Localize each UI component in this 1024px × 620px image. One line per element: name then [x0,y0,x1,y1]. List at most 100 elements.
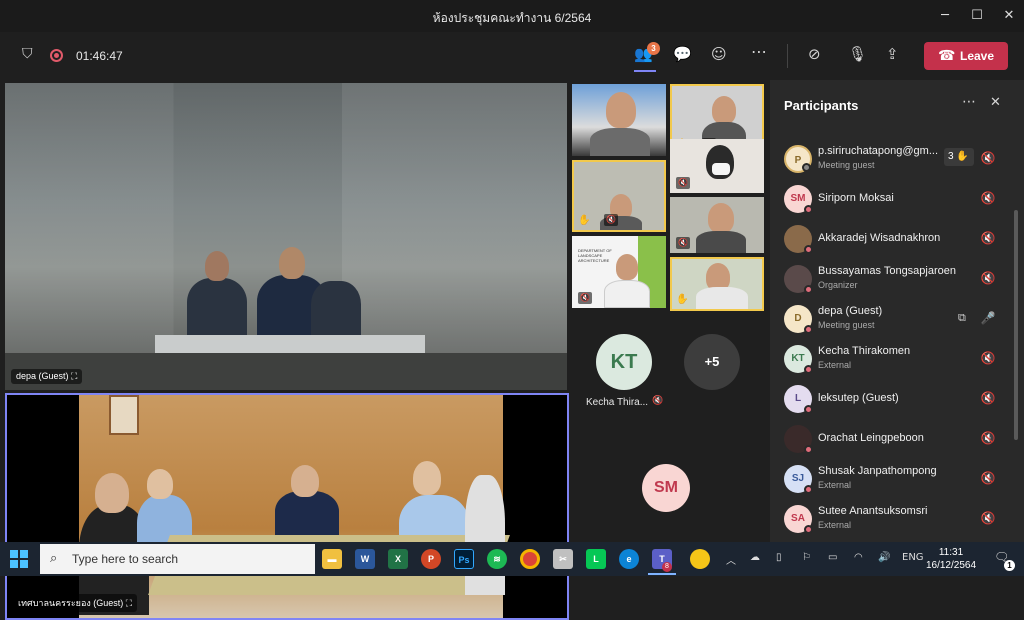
mic-off-icon: 🔇 [604,214,618,226]
windows-start-icon[interactable] [10,550,28,568]
volume-icon[interactable]: 🔊 [878,552,890,563]
edge-icon[interactable]: e [619,549,639,569]
active-tab-indicator [634,70,656,72]
participant-row[interactable]: Bussayamas Tongsapjaroen Organizer 🔇 [770,259,1010,299]
participant-name: Orachat Leingpeboon [818,432,924,444]
more-participants-tile[interactable]: +5 [684,334,740,390]
teams-badge: 8 [662,562,672,572]
title-bar: ห้องประชุมคณะทำงาน 6/2564 ─ ☐ ✕ [0,0,1024,32]
participant-tile-name: Kecha Thira... [586,397,649,408]
participant-row[interactable]: Orachat Leingpeboon 🔇 [770,419,1010,459]
close-window-icon[interactable]: ✕ [994,4,1024,28]
panel-title: Participants [784,98,859,113]
participant-role: Meeting guest [818,320,875,330]
avatar: SJ [784,465,813,494]
active-app-indicator [648,573,676,575]
network-adapter-icon[interactable]: ▭ [828,552,837,563]
mic-on-icon[interactable]: 🎤 [980,311,996,327]
avatar [784,425,813,454]
usb-icon[interactable]: ▯ [776,552,782,563]
line-icon[interactable]: L [586,549,606,569]
participant-role: Organizer [818,280,858,290]
mic-off-icon[interactable]: 🔇 [980,431,996,447]
phone-hangup-icon: ☎ [938,48,956,64]
excel-icon[interactable]: X [388,549,408,569]
participant-name: Kecha Thirakomen [818,345,911,357]
main-video[interactable]: depa (Guest) ⛶ [5,83,567,390]
chrome-icon[interactable] [520,549,540,569]
maximize-icon[interactable]: ☐ [962,4,992,28]
leave-label: Leave [960,49,995,63]
powerpoint-icon[interactable]: P [421,549,441,569]
share-screen-icon[interactable]: ⇪ [886,45,899,63]
panel-more-icon[interactable]: ⋯ [962,94,976,110]
participant-row[interactable]: SM Siriporn Moksai 🔇 [770,179,1010,219]
participant-row[interactable]: Akkaradej Wisadnakhron 🔇 [770,219,1010,259]
avatar: D [784,305,813,334]
participant-row[interactable]: P p.siriruchatapong@gm... Meeting guest … [770,139,1010,179]
shield-icon[interactable]: ⛉ [22,46,33,62]
thumbnail-caption: DEPARTMENT OF LANDSCAPE ARCHITECTURE [578,248,612,263]
taskbar-clock[interactable]: 11:31 16/12/2564 [922,546,980,572]
video-thumbnail[interactable]: ✋ [670,257,764,311]
participant-role: External [818,480,852,490]
mic-off-icon[interactable]: 🔇 [980,351,996,367]
second-video-label: เทศบาลนครระยอง (Guest) ⛶ [13,594,138,612]
participant-tile-avatar[interactable]: SM [642,464,690,512]
file-explorer-icon[interactable]: ▬ [322,549,342,569]
participant-tile-avatar[interactable]: KT [596,334,652,390]
spotify-icon[interactable]: ≋ [487,549,507,569]
video-thumbnail[interactable]: ✋ 🔇 [572,160,666,232]
search-icon: ⌕ [50,551,58,566]
security-icon[interactable]: ⚐ [802,552,811,563]
close-panel-icon[interactable]: ✕ [990,95,1001,110]
toolbar-divider [787,44,788,68]
show-hidden-icons[interactable]: ︿ [726,552,736,567]
photoshop-icon[interactable]: Ps [454,549,474,569]
mic-off-icon[interactable]: 🔇 [980,391,996,407]
participant-row[interactable]: D depa (Guest) Meeting guest ⧉ 🎤 [770,299,1010,339]
mic-off-icon[interactable]: 🔇 [980,231,996,247]
word-icon[interactable]: W [355,549,375,569]
second-video[interactable]: เทศบาลนครระยอง (Guest) ⛶ [5,393,569,620]
participant-row[interactable]: SJ Shusak Janpathompong External 🔇 [770,459,1010,499]
mic-off-icon[interactable]: 🔇 [980,511,996,527]
mic-off-icon: 🔇 [676,237,690,249]
camera-off-icon[interactable]: ⊘ [808,45,821,63]
participant-row[interactable]: L leksutep (Guest) 🔇 [770,379,1010,419]
wifi-icon[interactable]: ◠ [854,552,863,563]
more-actions-icon[interactable]: ⋯ [751,42,767,61]
avatar [784,265,813,294]
mic-off-icon[interactable]: 🔇 [980,151,996,167]
search-placeholder: Type here to search [72,552,179,566]
chat-icon[interactable]: 💬 [673,45,692,63]
video-thumbnail[interactable]: DEPARTMENT OF LANDSCAPE ARCHITECTURE 🔇 [572,236,666,308]
sticky-app-icon[interactable] [690,549,710,569]
raised-hand-icon: ✋ [676,294,689,305]
panel-scrollbar[interactable] [1014,210,1018,440]
input-language[interactable]: ENG [902,552,924,563]
participant-name: depa (Guest) [818,305,883,317]
taskbar-search-box[interactable]: ⌕ Type here to search [40,544,315,574]
mic-off-icon[interactable]: 🔇 [980,471,996,487]
mic-off-icon: 🔇 [578,292,592,304]
participant-name: p.siriruchatapong@gm... [818,145,939,157]
video-thumbnail[interactable]: 🔇 [670,197,764,253]
avatar: P [784,145,812,173]
mic-off-icon[interactable]: 🔇 [980,191,996,207]
participant-name: Siriporn Moksai [818,192,894,204]
reactions-icon[interactable]: ☺ [711,45,727,63]
minimize-icon[interactable]: ─ [930,4,960,28]
video-thumbnail[interactable] [572,84,666,156]
mic-off-icon[interactable]: 🎙 [848,45,867,63]
cloud-icon[interactable]: ☁ [750,552,760,563]
participant-name: leksutep (Guest) [818,392,899,404]
conference-room-scene [79,395,510,618]
snipping-tool-icon[interactable]: ✂ [553,549,573,569]
participant-role: Meeting guest [818,160,875,170]
leave-button[interactable]: ☎ Leave [924,42,1008,70]
participant-row[interactable]: KT Kecha Thirakomen External 🔇 [770,339,1010,379]
video-thumbnail[interactable]: 🔇 [670,139,764,193]
participant-row[interactable]: SA Sutee Anantsuksomsri External 🔇 [770,499,1010,539]
mic-off-icon[interactable]: 🔇 [980,271,996,287]
